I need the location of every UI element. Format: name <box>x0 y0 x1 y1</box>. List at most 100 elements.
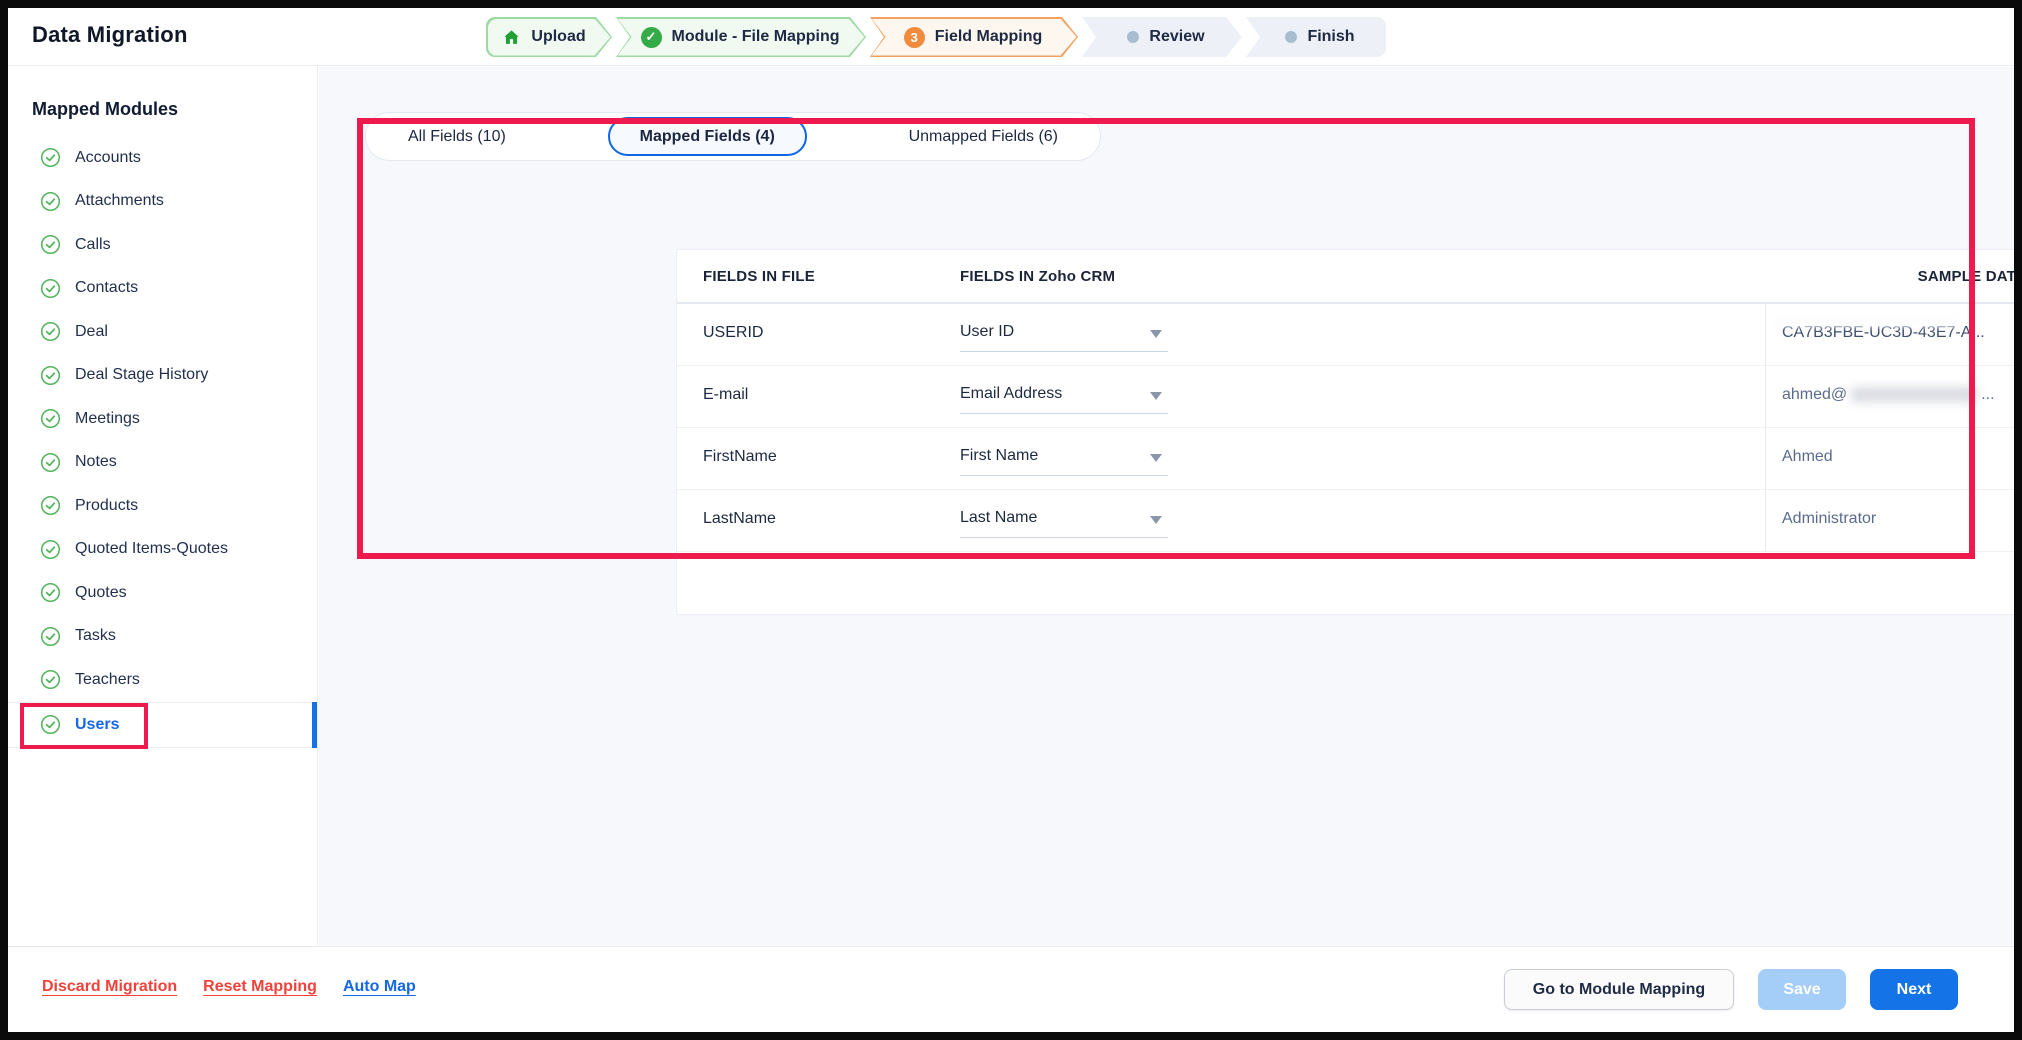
sample-value-1: ahmed@... <box>1782 386 1995 404</box>
pending-dot-icon <box>1285 31 1297 43</box>
step-module-file-mapping[interactable]: ✓ Module - File Mapping <box>616 17 866 57</box>
check-circle-icon <box>40 191 61 212</box>
check-circle-icon <box>40 539 61 560</box>
footer-buttons: Go to Module Mapping Save Next <box>1504 969 1958 1010</box>
check-circle-icon <box>40 321 61 342</box>
column-header-fields-in-file: FIELDS IN FILE <box>703 268 815 285</box>
file-field-label: LastName <box>703 510 776 528</box>
dropdown-value: Last Name <box>960 509 1037 527</box>
step-label: Field Mapping <box>935 28 1043 46</box>
sidebar-item-meetings[interactable]: Meetings <box>8 397 317 441</box>
check-circle-icon: ✓ <box>641 27 662 48</box>
chevron-down-icon <box>1150 330 1162 338</box>
sidebar-item-calls[interactable]: Calls <box>8 223 317 267</box>
sidebar-item-notes[interactable]: Notes <box>8 441 317 485</box>
table-header-row: FIELDS IN FILE FIELDS IN Zoho CRM SAMPLE… <box>677 250 2022 304</box>
table-row: FirstName First Name Ahmed Alina <box>677 428 2022 490</box>
check-circle-icon <box>40 452 61 473</box>
file-field-label: E-mail <box>703 386 748 404</box>
sidebar-item-deal-stage-history[interactable]: Deal Stage History <box>8 354 317 398</box>
dropdown-value: User ID <box>960 323 1014 341</box>
dropdown-value: First Name <box>960 447 1038 465</box>
step-label: Finish <box>1307 28 1354 46</box>
sidebar-item-label: Quoted Items-Quotes <box>75 540 228 558</box>
sidebar-item-contacts[interactable]: Contacts <box>8 267 317 311</box>
check-circle-icon <box>40 626 61 647</box>
footer-links: Discard Migration Reset Mapping Auto Map <box>42 978 416 996</box>
sidebar-item-label: Deal Stage History <box>75 366 208 384</box>
sidebar-item-teachers[interactable]: Teachers <box>8 658 317 702</box>
tab-unmapped-fields[interactable]: Unmapped Fields (6) <box>875 117 1092 156</box>
step-upload[interactable]: Upload <box>486 17 612 57</box>
check-circle-icon <box>40 234 61 255</box>
pending-dot-icon <box>1127 31 1139 43</box>
column-header-sample-data: SAMPLE DATA FROM FILE <box>1765 268 2022 285</box>
sidebar-item-label: Users <box>75 716 119 734</box>
table-row: LastName Last Name Administrator Mohamed <box>677 490 2022 552</box>
sidebar-item-accounts[interactable]: Accounts <box>8 136 317 180</box>
reset-mapping-link[interactable]: Reset Mapping <box>203 978 317 996</box>
sidebar-item-quotes[interactable]: Quotes <box>8 571 317 615</box>
chevron-down-icon <box>1150 392 1162 400</box>
sidebar-heading: Mapped Modules <box>32 99 317 120</box>
check-circle-icon <box>40 582 61 603</box>
crm-field-dropdown[interactable]: User ID <box>960 318 1168 352</box>
dropdown-value: Email Address <box>960 385 1062 403</box>
sample-value-1: CA7B3FBE-UC3D-43E7-A... <box>1782 324 1985 342</box>
mapped-modules-sidebar: Mapped Modules Accounts Attachments Call… <box>8 67 318 945</box>
sidebar-item-label: Calls <box>75 236 111 254</box>
step-label: Upload <box>531 28 585 46</box>
sidebar-item-products[interactable]: Products <box>8 484 317 528</box>
check-circle-icon <box>40 147 61 168</box>
module-list: Accounts Attachments Calls Contacts Deal… <box>8 136 317 748</box>
migration-stepper: Upload ✓ Module - File Mapping 3 Field M… <box>486 17 1386 57</box>
sidebar-item-quoted-items-quotes[interactable]: Quoted Items-Quotes <box>8 528 317 572</box>
sidebar-item-label: Teachers <box>75 671 140 689</box>
sidebar-item-attachments[interactable]: Attachments <box>8 180 317 224</box>
file-field-label: FirstName <box>703 448 777 466</box>
check-circle-icon <box>40 669 61 690</box>
sidebar-item-label: Attachments <box>75 192 164 210</box>
sidebar-item-label: Accounts <box>75 149 141 167</box>
sidebar-item-deal[interactable]: Deal <box>8 310 317 354</box>
crm-field-dropdown[interactable]: First Name <box>960 442 1168 476</box>
save-button[interactable]: Save <box>1758 969 1846 1010</box>
file-field-label: USERID <box>703 324 763 342</box>
sidebar-item-label: Contacts <box>75 279 138 297</box>
sidebar-item-users[interactable]: Users <box>8 702 317 748</box>
step-number-badge: 3 <box>904 27 925 48</box>
sidebar-item-label: Products <box>75 497 138 515</box>
step-review[interactable]: Review <box>1082 17 1242 57</box>
mapping-table: FIELDS IN FILE FIELDS IN Zoho CRM SAMPLE… <box>676 249 2022 615</box>
footer-bar: Discard Migration Reset Mapping Auto Map… <box>8 946 2014 1032</box>
go-to-module-mapping-button[interactable]: Go to Module Mapping <box>1504 969 1734 1010</box>
header-bar: Data Migration Upload ✓ Module <box>8 8 2014 66</box>
table-row: USERID User ID CA7B3FBE-UC3D-43E7-A... <box>677 304 2022 366</box>
tab-mapped-fields[interactable]: Mapped Fields (4) <box>608 117 807 156</box>
tab-all-fields[interactable]: All Fields (10) <box>374 117 540 156</box>
check-circle-icon <box>40 278 61 299</box>
step-finish[interactable]: Finish <box>1246 17 1386 57</box>
sidebar-item-tasks[interactable]: Tasks <box>8 615 317 659</box>
chevron-down-icon <box>1150 454 1162 462</box>
sample-value-1: Ahmed <box>1782 448 1833 466</box>
page-title: Data Migration <box>32 22 188 48</box>
column-header-fields-in-crm: FIELDS IN Zoho CRM <box>960 268 1115 285</box>
fields-tabbar: All Fields (10) Mapped Fields (4) Unmapp… <box>365 112 1101 161</box>
chevron-down-icon <box>1150 516 1162 524</box>
sidebar-item-label: Meetings <box>75 410 140 428</box>
data-migration-window: Data Migration Upload ✓ Module <box>0 0 2022 1040</box>
crm-field-dropdown[interactable]: Email Address <box>960 380 1168 414</box>
check-circle-icon <box>40 365 61 386</box>
sample-value-1: Administrator <box>1782 510 1876 528</box>
table-row: E-mail Email Address ahmed@... alina@sta… <box>677 366 2022 428</box>
auto-map-link[interactable]: Auto Map <box>343 978 416 996</box>
crm-field-dropdown[interactable]: Last Name <box>960 504 1168 538</box>
step-field-mapping[interactable]: 3 Field Mapping <box>870 17 1078 57</box>
field-mapping-panel: All Fields (10) Mapped Fields (4) Unmapp… <box>319 67 2014 945</box>
discard-migration-link[interactable]: Discard Migration <box>42 978 177 996</box>
home-icon <box>502 28 521 47</box>
next-button[interactable]: Next <box>1870 969 1958 1010</box>
check-circle-icon <box>40 714 61 735</box>
sidebar-item-label: Quotes <box>75 584 127 602</box>
